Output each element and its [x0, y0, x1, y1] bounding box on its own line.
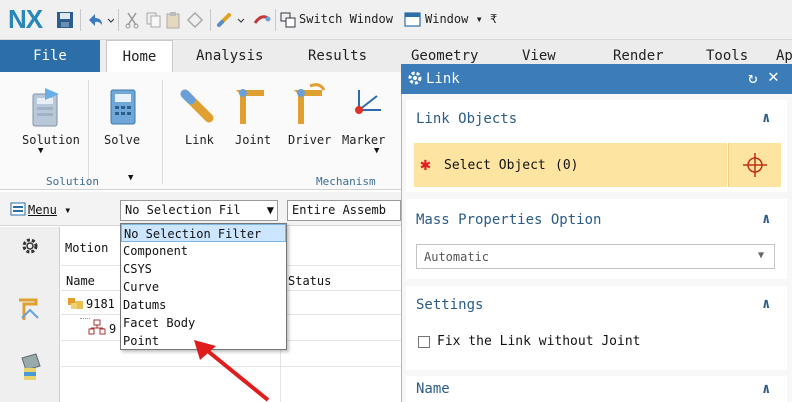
nx-logo: NX [8, 4, 43, 34]
chevron-down-icon[interactable]: ▼ [38, 146, 43, 156]
gear-icon[interactable] [20, 236, 40, 256]
filter-option-curve[interactable]: Curve [121, 278, 286, 296]
save-icon[interactable] [56, 9, 74, 31]
joint-icon [232, 84, 272, 126]
switch-window-button[interactable]: Switch Window [299, 12, 393, 26]
solution-icon [27, 84, 63, 128]
select-object-count: (0) [555, 158, 579, 173]
group-divider [88, 80, 89, 184]
filter-option-facet-body[interactable]: Facet Body [121, 314, 286, 332]
marker-button[interactable]: Marker [342, 133, 385, 147]
required-icon: ✱ [420, 154, 431, 175]
fix-link-checkbox[interactable] [418, 336, 430, 348]
menu-button[interactable]: Menu ▾ [28, 203, 71, 217]
chevron-down-icon: ▾ ₹ [468, 12, 498, 26]
tree-item-simulation[interactable]: 9181 [86, 297, 115, 311]
selection-icon[interactable] [216, 9, 246, 31]
driver-button[interactable]: Driver [288, 133, 331, 147]
solve-button[interactable]: Solve [104, 133, 140, 147]
switch-window-icon[interactable] [280, 9, 296, 31]
selection-filter-value: No Selection Fil [125, 203, 241, 217]
section-title-settings[interactable]: Settings [416, 297, 483, 313]
section-title-link-objects[interactable]: Link Objects [416, 111, 517, 127]
chevron-up-icon[interactable]: ∧ [762, 110, 770, 126]
joint-button[interactable]: Joint [235, 133, 271, 147]
toolbar-separator [118, 9, 119, 31]
filter-option-component[interactable]: Component [121, 242, 286, 260]
dialog-title: Link [426, 71, 460, 87]
solution-button[interactable]: Solution [22, 133, 80, 147]
solve-icon [108, 84, 138, 128]
cut-icon[interactable] [124, 9, 140, 31]
link-icon [179, 86, 215, 126]
name-section [406, 376, 787, 402]
repeat-icon[interactable] [186, 9, 204, 31]
window-menu-label: Window [425, 12, 469, 26]
reset-icon[interactable]: ↻ [748, 68, 758, 87]
tab-file[interactable]: File [0, 40, 100, 72]
window-icon[interactable] [404, 9, 422, 31]
scope-value: Entire Assemb [292, 203, 386, 217]
scope-dropdown[interactable]: Entire Assemb [287, 200, 401, 221]
column-header-name[interactable]: Name [66, 274, 95, 288]
crosshair-button[interactable] [728, 143, 781, 187]
undo-icon[interactable] [86, 9, 114, 31]
tab-results[interactable]: Results [298, 40, 377, 72]
assembly-navigator-icon[interactable] [16, 296, 42, 324]
filter-option-datums[interactable]: Datums [121, 296, 286, 314]
selection-filter-dropdown[interactable]: No Selection Fil ▼ [120, 200, 278, 221]
crosshair-icon [743, 153, 767, 177]
tree-item-links[interactable]: 9 [109, 322, 116, 336]
toolbar-separator [80, 9, 81, 31]
column-header-status[interactable]: Status [288, 274, 331, 288]
section-title-mass-properties[interactable]: Mass Properties Option [416, 212, 601, 228]
links-icon [88, 319, 106, 335]
select-object-label: Select Object [444, 158, 546, 173]
tab-home[interactable]: Home [106, 40, 173, 72]
menu-icon [10, 202, 28, 218]
group-label-solution: Solution [46, 175, 99, 188]
filter-option-no-selection-filter[interactable]: No Selection Filter [121, 224, 286, 242]
annotation-arrow [186, 336, 276, 402]
simulation-icon [67, 295, 85, 311]
chevron-down-icon: ▼ [266, 203, 274, 217]
part-navigator-icon[interactable] [18, 352, 44, 382]
chevron-up-icon[interactable]: ∧ [762, 296, 770, 312]
chevron-up-icon[interactable]: ∧ [762, 381, 770, 397]
menu-label: Menu [28, 203, 57, 217]
mass-properties-value: Automatic [424, 250, 490, 264]
gear-icon [407, 70, 423, 86]
marker-icon [351, 84, 391, 128]
chevron-down-icon[interactable]: ▼ [374, 146, 379, 156]
selection-filter-list: No Selection Filter Component CSYS Curve… [120, 223, 287, 350]
window-menu[interactable]: Window ▾ ₹ [425, 12, 497, 26]
link-tool-icon[interactable] [252, 9, 272, 31]
chevron-down-icon[interactable]: ▼ [128, 173, 133, 183]
section-title-name[interactable]: Name [416, 381, 450, 397]
toolbar-separator [210, 9, 211, 31]
paste-icon[interactable] [165, 9, 181, 31]
chevron-up-icon[interactable]: ∧ [762, 211, 770, 227]
group-divider [162, 80, 163, 184]
fix-link-label: Fix the Link without Joint [437, 334, 641, 349]
filter-option-csys[interactable]: CSYS [121, 260, 286, 278]
copy-icon[interactable] [145, 9, 161, 31]
close-icon[interactable]: ✕ [768, 66, 779, 87]
group-label-mechanism: Mechanism [316, 175, 376, 188]
link-button[interactable]: Link [185, 133, 214, 147]
chevron-down-icon: ▼ [758, 250, 765, 261]
driver-icon [290, 82, 330, 126]
navigator-title: Motion [65, 241, 109, 255]
tab-analysis[interactable]: Analysis [186, 40, 273, 72]
toolbar-separator [275, 9, 276, 31]
